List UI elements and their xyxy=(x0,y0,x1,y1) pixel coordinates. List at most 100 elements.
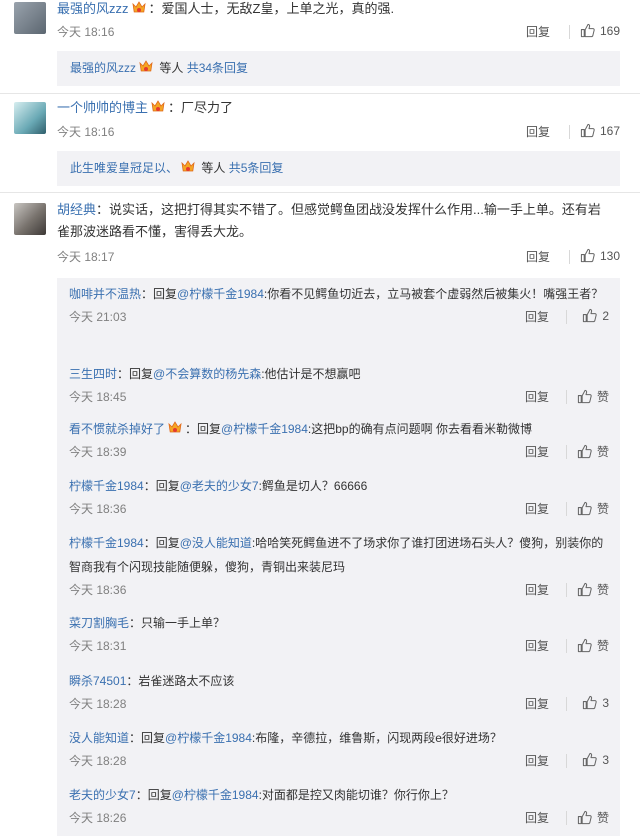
reply-prefix: ：只输一手上单？ xyxy=(129,616,226,630)
sub-reply-username[interactable]: 老夫的少女7 xyxy=(69,788,136,802)
comment-time: 今天 18:16 xyxy=(57,125,115,139)
summary-user[interactable]: 此生唯爱皇冠足以、 xyxy=(70,161,178,175)
reply-target[interactable]: @不会算数的杨先森 xyxy=(153,367,261,381)
sub-reply-username[interactable]: 没人能知道 xyxy=(69,731,129,745)
sub-reply-time: 今天 18:39 xyxy=(69,445,127,459)
reply-button[interactable]: 回复 xyxy=(525,388,549,405)
vip-badge-icon xyxy=(180,160,196,174)
reply-button[interactable]: 回复 xyxy=(526,248,550,265)
reply-button[interactable]: 回复 xyxy=(526,23,550,40)
reply-button[interactable]: 回复 xyxy=(525,308,549,325)
sub-reply-username[interactable]: 咖啡并不温热 xyxy=(69,287,141,301)
divider xyxy=(569,125,570,139)
reply-button[interactable]: 回复 xyxy=(525,637,549,654)
sub-reply-meta: 今天 18:31 回复 赞 xyxy=(69,637,609,655)
reply-body: :这把bp的确有点问题啊 你去看看米勒微博 xyxy=(307,422,532,436)
sub-reply-username[interactable]: 三生四时 xyxy=(69,367,117,381)
sub-reply-time: 今天 18:36 xyxy=(69,502,127,516)
sub-reply: 没人能知道：回复@柠檬千金1984:布隆，辛德拉，维鲁斯，闪现两段e很好进场？ … xyxy=(69,726,609,770)
reply-target[interactable]: @没人能知道 xyxy=(180,536,252,550)
like-button[interactable]: 赞 xyxy=(577,637,609,654)
like-button[interactable]: 3 xyxy=(582,752,609,767)
divider xyxy=(566,583,567,597)
like-button[interactable]: 赞 xyxy=(577,388,609,405)
sub-reply-meta: 今天 18:39 回复 赞 xyxy=(69,443,609,461)
like-button[interactable]: 赞 xyxy=(577,443,609,460)
like-button[interactable]: 赞 xyxy=(577,581,609,598)
sub-reply-text: 咖啡并不温热：回复@柠檬千金1984:你看不见鳄鱼切近去，立马被套个虚弱然后被集… xyxy=(69,282,609,306)
summary-count[interactable]: 共34条回复 xyxy=(187,61,248,75)
like-button[interactable]: 130 xyxy=(580,248,620,263)
reply-button[interactable]: 回复 xyxy=(525,500,549,517)
thumbs-up-icon xyxy=(577,501,592,516)
sub-reply-username[interactable]: 看不惯就杀掉好了 xyxy=(69,422,165,436)
thumbs-up-icon xyxy=(580,123,595,138)
like-count: 赞 xyxy=(596,639,609,653)
sub-reply-username[interactable]: 柠檬千金1984 xyxy=(69,479,144,493)
reply-button[interactable]: 回复 xyxy=(525,443,549,460)
thumbs-up-icon xyxy=(582,308,597,323)
reply-button[interactable]: 回复 xyxy=(525,809,549,826)
reply-button[interactable]: 回复 xyxy=(525,752,549,769)
sub-reply-username[interactable]: 瞬杀74501 xyxy=(69,674,126,688)
sub-reply-meta: 今天 18:36 回复 赞 xyxy=(69,581,609,599)
sub-reply-meta: 今天 21:03 回复 2 xyxy=(69,308,609,326)
sub-reply-text: 柠檬千金1984：回复@老夫的少女7:鳄鱼是切人？66666 xyxy=(69,474,609,498)
reply-summary[interactable]: 最强的风zzz 等人 共34条回复 xyxy=(57,51,620,86)
comment-username[interactable]: 胡经典 xyxy=(57,202,96,217)
reply-prefix: ：回复 xyxy=(141,287,178,301)
comment-text: 一个帅帅的博主 ：厂尽力了 xyxy=(57,97,612,119)
sub-reply-username[interactable]: 柠檬千金1984 xyxy=(69,536,144,550)
comment-username[interactable]: 最强的风zzz xyxy=(57,1,129,16)
summary-rest: 等人 xyxy=(198,161,229,175)
thumbs-up-icon xyxy=(577,444,592,459)
divider xyxy=(0,93,640,94)
like-button[interactable]: 2 xyxy=(582,308,609,323)
summary-rest: 等人 xyxy=(156,61,187,75)
thumbs-up-icon xyxy=(582,695,597,710)
divider xyxy=(0,192,640,193)
reply-target[interactable]: @柠檬千金1984 xyxy=(221,422,308,436)
reply-button[interactable]: 回复 xyxy=(525,581,549,598)
reply-button[interactable]: 回复 xyxy=(525,695,549,712)
thumbs-up-icon xyxy=(577,389,592,404)
divider xyxy=(569,25,570,39)
reply-target[interactable]: @柠檬千金1984 xyxy=(177,287,264,301)
like-button[interactable]: 3 xyxy=(582,695,609,710)
sub-reply-meta: 今天 18:36 回复 赞 xyxy=(69,500,609,518)
reply-button[interactable]: 回复 xyxy=(526,123,550,140)
divider xyxy=(566,639,567,653)
sub-reply-time: 今天 18:45 xyxy=(69,390,127,404)
thumbs-up-icon xyxy=(582,752,597,767)
divider xyxy=(566,502,567,516)
thumbs-up-icon xyxy=(577,810,592,825)
like-button[interactable]: 169 xyxy=(580,23,620,38)
avatar[interactable] xyxy=(14,203,46,235)
like-count: 3 xyxy=(602,695,609,710)
sub-reply-username[interactable]: 菜刀割胸毛 xyxy=(69,616,129,630)
comment-username[interactable]: 一个帅帅的博主 xyxy=(57,100,148,115)
sub-reply-time: 今天 18:26 xyxy=(69,811,127,825)
avatar[interactable] xyxy=(14,102,46,134)
sub-replies-panel: 咖啡并不温热：回复@柠檬千金1984:你看不见鳄鱼切近去，立马被套个虚弱然后被集… xyxy=(57,278,620,836)
comment-time: 今天 18:16 xyxy=(57,25,115,39)
reply-target[interactable]: @老夫的少女7 xyxy=(180,479,259,493)
avatar[interactable] xyxy=(14,2,46,34)
reply-body: :鳄鱼是切人？66666 xyxy=(258,479,368,493)
like-button[interactable]: 赞 xyxy=(577,500,609,517)
reply-summary[interactable]: 此生唯爱皇冠足以、 等人 共5条回复 xyxy=(57,151,620,186)
like-count: 赞 xyxy=(596,390,609,404)
like-button[interactable]: 167 xyxy=(580,123,620,138)
sub-reply-meta: 今天 18:28 回复 3 xyxy=(69,752,609,770)
sub-reply-time: 今天 18:28 xyxy=(69,754,127,768)
reply-prefix: ：回复 xyxy=(135,788,172,802)
comment-body: ：说实话，这把打得其实不错了。但感觉鳄鱼团战没发挥什么作用...输一手上单。还有… xyxy=(57,202,601,239)
like-count: 2 xyxy=(602,308,609,323)
summary-count[interactable]: 共5条回复 xyxy=(229,161,284,175)
reply-target[interactable]: @柠檬千金1984 xyxy=(172,788,259,802)
summary-user[interactable]: 最强的风zzz xyxy=(70,61,136,75)
vip-badge-icon xyxy=(167,421,183,435)
reply-body: :你看不见鳄鱼切近去，立马被套个虚弱然后被集火！嘴强王者？ xyxy=(263,287,604,301)
like-button[interactable]: 赞 xyxy=(577,809,609,826)
reply-target[interactable]: @柠檬千金1984 xyxy=(165,731,252,745)
